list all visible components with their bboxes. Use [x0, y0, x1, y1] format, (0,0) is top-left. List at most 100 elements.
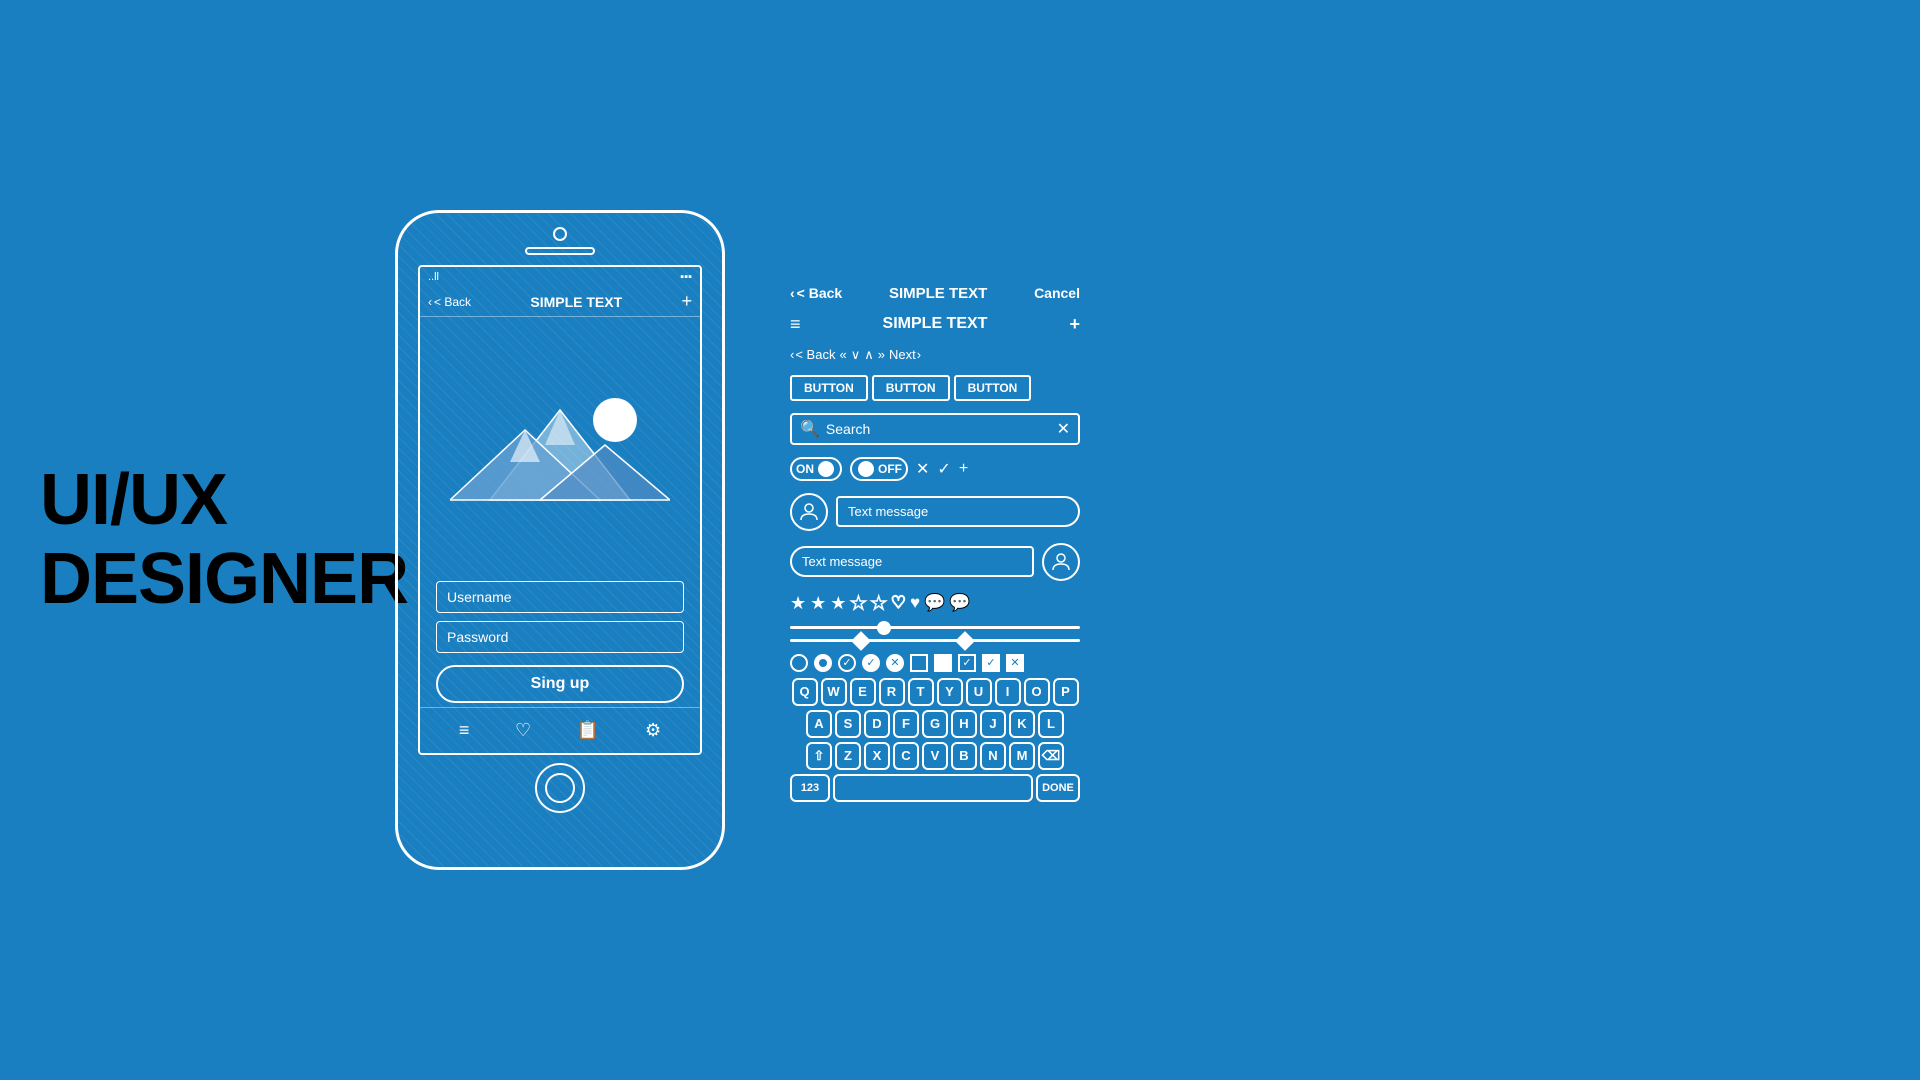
up-icon[interactable]: ∧ — [864, 347, 874, 363]
title-line1: UI/UX — [40, 460, 227, 540]
key-j[interactable]: J — [980, 710, 1006, 738]
heart-empty-1[interactable]: ♡ — [891, 593, 906, 613]
avatar-right — [1042, 543, 1080, 581]
signup-button[interactable]: Sing up — [436, 665, 684, 703]
checkbox-empty[interactable] — [910, 654, 928, 672]
panel-chat-right: Text message — [790, 487, 1080, 537]
key-space[interactable] — [833, 774, 1033, 802]
heart-filled-1[interactable]: ♥ — [910, 593, 920, 613]
panel-menu-plus[interactable]: + — [1069, 314, 1080, 335]
key-n[interactable]: N — [980, 742, 1006, 770]
search-input[interactable] — [826, 421, 1051, 437]
checkbox-check2[interactable]: ✓ — [982, 654, 1000, 672]
toggle-off[interactable]: OFF — [850, 457, 908, 481]
phone-home-button[interactable] — [535, 763, 585, 813]
phone-form: Username Password — [420, 573, 700, 661]
toggle-on-circle — [818, 461, 834, 477]
heart-icon[interactable]: ♡ — [515, 720, 531, 741]
key-v[interactable]: V — [922, 742, 948, 770]
panel-cancel-button[interactable]: Cancel — [1034, 285, 1080, 301]
key-backspace[interactable]: ⌫ — [1038, 742, 1064, 770]
settings-icon[interactable]: ⚙ — [645, 720, 661, 741]
comment-filled-icon[interactable]: 💬 — [949, 593, 970, 613]
clear-icon[interactable]: ✕ — [1057, 419, 1070, 439]
key-g[interactable]: G — [922, 710, 948, 738]
back-label: < Back — [434, 295, 471, 309]
hamburger-icon[interactable]: ≡ — [790, 314, 801, 335]
key-e[interactable]: E — [850, 678, 876, 706]
panel-arrows-row: ‹ < Back « ∨ ∧ » Next › — [790, 341, 1080, 369]
key-i[interactable]: I — [995, 678, 1021, 706]
menu-icon[interactable]: ≡ — [459, 720, 470, 741]
star-1-filled[interactable]: ★ — [790, 593, 806, 614]
x-icon[interactable]: ✕ — [916, 459, 929, 479]
key-k[interactable]: K — [1009, 710, 1035, 738]
check-icon[interactable]: ✓ — [937, 459, 950, 479]
double-next-icon[interactable]: » — [878, 347, 885, 362]
slider-2[interactable] — [790, 639, 1080, 642]
key-h[interactable]: H — [951, 710, 977, 738]
key-b[interactable]: B — [951, 742, 977, 770]
ui-panel: ‹ < Back SIMPLE TEXT Cancel ≡ SIMPLE TEX… — [790, 279, 1080, 802]
comment-empty-icon[interactable]: 💬 — [924, 593, 945, 613]
key-z[interactable]: Z — [835, 742, 861, 770]
key-p[interactable]: P — [1053, 678, 1079, 706]
notes-icon[interactable]: 📋 — [577, 720, 599, 741]
phone-back-button[interactable]: ‹ < Back — [428, 295, 471, 309]
key-t[interactable]: T — [908, 678, 934, 706]
panel-back-button[interactable]: ‹ < Back — [790, 285, 842, 301]
down-icon[interactable]: ∨ — [851, 347, 861, 363]
radio-check2[interactable]: ✓ — [862, 654, 880, 672]
chat-bubble-left[interactable]: Text message — [790, 546, 1034, 577]
panel-back-arrow[interactable]: ‹ < Back — [790, 347, 835, 362]
key-r[interactable]: R — [879, 678, 905, 706]
key-c[interactable]: C — [893, 742, 919, 770]
key-l[interactable]: L — [1038, 710, 1064, 738]
key-done[interactable]: DONE — [1036, 774, 1080, 802]
radio-x[interactable]: ✕ — [886, 654, 904, 672]
key-y[interactable]: Y — [937, 678, 963, 706]
search-icon: 🔍 — [800, 419, 820, 439]
slider-1-thumb[interactable] — [877, 621, 891, 635]
star-2-filled[interactable]: ★ — [810, 593, 826, 614]
chat-bubble-right[interactable]: Text message — [836, 496, 1080, 527]
key-a[interactable]: A — [806, 710, 832, 738]
double-prev-icon[interactable]: « — [839, 347, 846, 362]
phone-plus-button[interactable]: + — [681, 291, 692, 312]
key-x[interactable]: X — [864, 742, 890, 770]
toggle-on[interactable]: ON — [790, 457, 842, 481]
next-button[interactable]: Next › — [889, 347, 921, 362]
button-1[interactable]: BUTTON — [790, 375, 868, 401]
button-2[interactable]: BUTTON — [872, 375, 950, 401]
plus-icon[interactable]: + — [959, 460, 968, 478]
phone-mockup: ..ll ▪▪▪ ‹ < Back SIMPLE TEXT + — [395, 210, 725, 870]
checkbox-check[interactable]: ✓ — [958, 654, 976, 672]
star-4-empty[interactable]: ★ — [850, 593, 866, 614]
phone-top — [398, 213, 722, 265]
radio-empty[interactable] — [790, 654, 808, 672]
slider-1[interactable] — [790, 626, 1080, 629]
key-w[interactable]: W — [821, 678, 847, 706]
radio-filled[interactable] — [814, 654, 832, 672]
checkbox-x[interactable]: ✕ — [1006, 654, 1024, 672]
star-3-filled[interactable]: ★ — [830, 593, 846, 614]
key-q[interactable]: Q — [792, 678, 818, 706]
password-input[interactable]: Password — [436, 621, 684, 653]
radio-check[interactable]: ✓ — [838, 654, 856, 672]
checkbox-filled[interactable] — [934, 654, 952, 672]
key-shift[interactable]: ⇧ — [806, 742, 832, 770]
button-3[interactable]: BUTTON — [954, 375, 1032, 401]
key-123[interactable]: 123 — [790, 774, 830, 802]
key-o[interactable]: O — [1024, 678, 1050, 706]
key-u[interactable]: U — [966, 678, 992, 706]
key-m[interactable]: M — [1009, 742, 1035, 770]
key-d[interactable]: D — [864, 710, 890, 738]
star-5-empty[interactable]: ★ — [871, 593, 887, 614]
search-bar[interactable]: 🔍 ✕ — [790, 413, 1080, 445]
key-s[interactable]: S — [835, 710, 861, 738]
username-input[interactable]: Username — [436, 581, 684, 613]
key-f[interactable]: F — [893, 710, 919, 738]
phone-nav-title: SIMPLE TEXT — [471, 294, 681, 310]
back-label: < Back — [795, 347, 835, 362]
toggle-on-label: ON — [796, 462, 814, 476]
